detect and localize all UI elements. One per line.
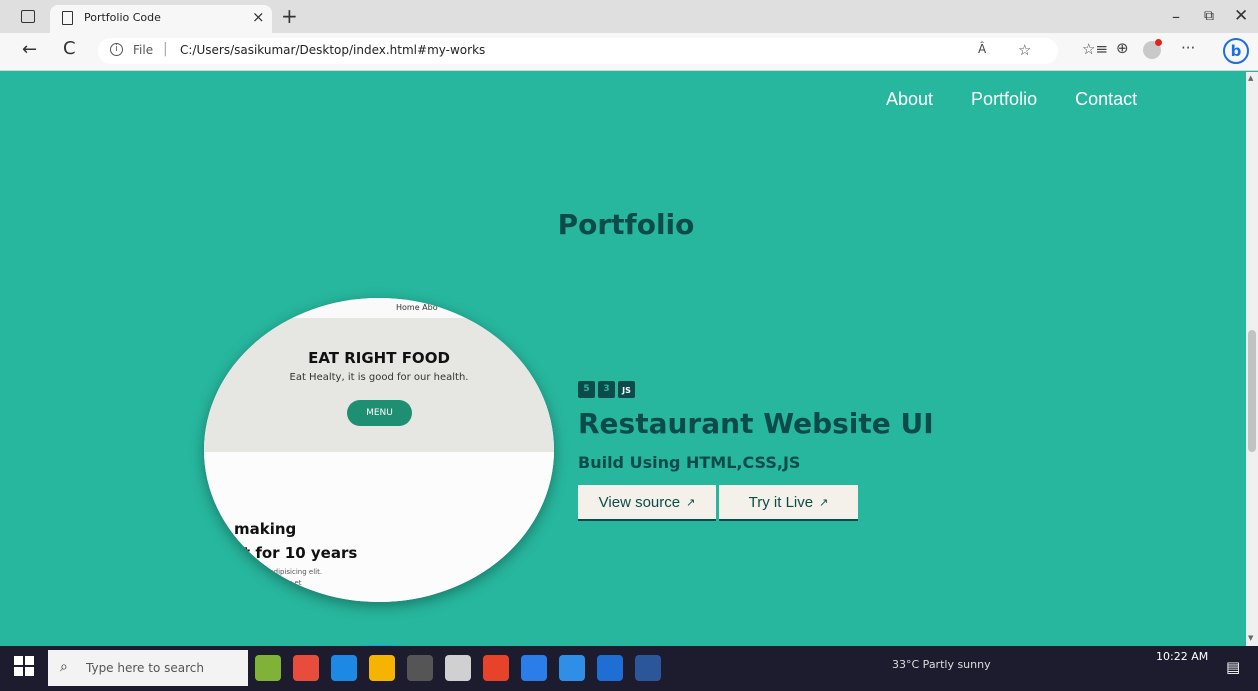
project-subtitle: Build Using HTML,CSS,JS bbox=[578, 453, 801, 472]
browser-toolbar: ← C i File | C:/Users/sasikumar/Desktop/… bbox=[0, 33, 1258, 71]
close-window-button[interactable]: ✕ bbox=[1234, 6, 1248, 26]
back-button[interactable]: ← bbox=[22, 39, 37, 60]
page-scrollbar[interactable]: ▲ ▼ bbox=[1246, 72, 1258, 646]
scroll-up-icon[interactable]: ▲ bbox=[1248, 74, 1253, 82]
project-preview-image: Home Abo EAT RIGHT FOOD Eat Healty, it i… bbox=[204, 298, 554, 602]
preview-heading-1: making bbox=[234, 520, 297, 538]
project-title: Restaurant Website UI bbox=[578, 407, 934, 440]
taskbar-app-icon[interactable] bbox=[255, 655, 281, 681]
add-favorite-icon[interactable]: ☆ bbox=[1018, 41, 1031, 59]
notifications-icon[interactable]: ▤ bbox=[1226, 658, 1240, 676]
notification-dot bbox=[1155, 39, 1162, 46]
preview-paragraph-1: tetur adipisicing elit. bbox=[250, 568, 323, 576]
scroll-down-icon[interactable]: ▼ bbox=[1248, 634, 1253, 642]
favorites-icon[interactable]: ☆≡ bbox=[1082, 40, 1108, 58]
read-aloud-icon[interactable]: Â bbox=[978, 42, 986, 56]
refresh-button[interactable]: C bbox=[63, 38, 76, 59]
bing-chat-icon[interactable]: b bbox=[1223, 38, 1249, 64]
windows-taskbar: ⌕ Type here to search 33°C Partly sunny … bbox=[0, 646, 1258, 691]
taskbar-app-icon[interactable] bbox=[293, 655, 319, 681]
start-button[interactable] bbox=[14, 656, 34, 676]
view-source-label: View source bbox=[598, 493, 681, 511]
taskbar-app-icon[interactable] bbox=[597, 655, 623, 681]
js-icon: JS bbox=[618, 381, 635, 398]
nav-link-portfolio[interactable]: Portfolio bbox=[971, 89, 1037, 110]
external-link-icon: ↗ bbox=[686, 496, 696, 509]
restore-button[interactable]: ⧉ bbox=[1204, 8, 1214, 24]
html5-icon: 5 bbox=[578, 381, 595, 398]
address-bar[interactable]: i File | C:/Users/sasikumar/Desktop/inde… bbox=[98, 38, 1058, 64]
try-it-live-label: Try it Live bbox=[748, 493, 814, 511]
search-icon: ⌕ bbox=[60, 659, 68, 675]
try-it-live-button[interactable]: Try it Live ↗ bbox=[719, 485, 858, 521]
new-tab-button[interactable]: + bbox=[281, 4, 298, 28]
profile-avatar[interactable] bbox=[1143, 39, 1162, 59]
taskbar-clock[interactable]: 10:22 AM bbox=[1156, 650, 1208, 663]
preview-hero-title: EAT RIGHT FOOD bbox=[308, 349, 450, 367]
taskbar-app-icon[interactable] bbox=[445, 655, 471, 681]
taskbar-apps bbox=[255, 655, 661, 681]
url-text[interactable]: C:/Users/sasikumar/Desktop/index.html#my… bbox=[180, 43, 485, 57]
site-nav: About Portfolio Contact bbox=[886, 89, 1137, 110]
taskbar-app-icon[interactable] bbox=[369, 655, 395, 681]
preview-hero-subtitle: Eat Healty, it is good for our health. bbox=[289, 372, 469, 383]
taskbar-app-icon[interactable] bbox=[559, 655, 585, 681]
preview-heading-2: st for 10 years bbox=[234, 544, 358, 562]
taskbar-app-icon[interactable] bbox=[483, 655, 509, 681]
tech-icons: 5 3 JS bbox=[578, 381, 635, 398]
external-link-icon: ↗ bbox=[819, 496, 829, 509]
tab-title: Portfolio Code bbox=[84, 11, 161, 24]
taskbar-app-icon[interactable] bbox=[407, 655, 433, 681]
browser-tab[interactable]: Portfolio Code × bbox=[50, 5, 272, 33]
preview-hero bbox=[204, 318, 554, 452]
section-title: Portfolio bbox=[557, 208, 695, 241]
taskbar-app-icon[interactable] bbox=[331, 655, 357, 681]
minimize-button[interactable]: – bbox=[1172, 7, 1180, 26]
search-placeholder: Type here to search bbox=[86, 661, 204, 675]
tab-close-icon[interactable]: × bbox=[252, 8, 265, 26]
preview-nav: Home Abo bbox=[204, 298, 554, 318]
weather-widget[interactable]: 33°C Partly sunny bbox=[892, 658, 991, 671]
preview-menu-button: MENU bbox=[347, 400, 412, 426]
url-separator: | bbox=[163, 41, 168, 57]
nav-link-contact[interactable]: Contact bbox=[1075, 89, 1137, 110]
browser-tab-strip: Portfolio Code × + – ⧉ ✕ bbox=[0, 0, 1258, 33]
view-source-button[interactable]: View source ↗ bbox=[578, 485, 716, 521]
preview-nav-links: Home Abo bbox=[396, 303, 438, 312]
scroll-thumb[interactable] bbox=[1248, 330, 1256, 452]
preview-paragraph-2: ferendis et bbox=[264, 579, 302, 587]
taskbar-app-icon[interactable] bbox=[635, 655, 661, 681]
collections-icon[interactable]: ⊕ bbox=[1116, 39, 1129, 57]
taskbar-app-icon[interactable] bbox=[521, 655, 547, 681]
info-icon[interactable]: i bbox=[110, 43, 123, 56]
tab-actions-icon[interactable] bbox=[21, 10, 35, 23]
page-viewport: About Portfolio Contact Portfolio Home A… bbox=[0, 72, 1246, 646]
taskbar-search[interactable]: ⌕ Type here to search bbox=[48, 650, 248, 686]
nav-link-about[interactable]: About bbox=[886, 89, 933, 110]
css3-icon: 3 bbox=[598, 381, 615, 398]
more-menu-icon[interactable]: ··· bbox=[1181, 39, 1195, 57]
url-scheme-label: File bbox=[133, 43, 154, 57]
page-icon bbox=[62, 11, 73, 25]
